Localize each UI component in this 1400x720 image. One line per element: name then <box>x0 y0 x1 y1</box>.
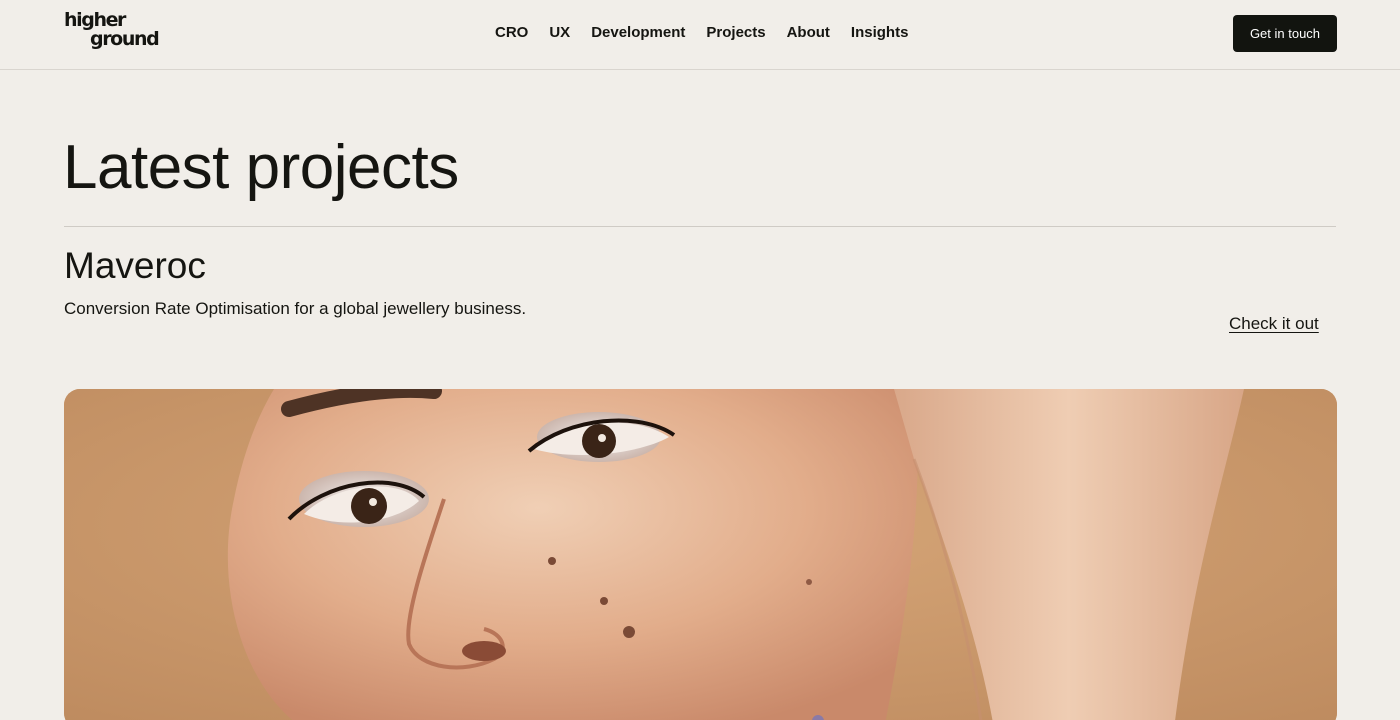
check-it-out-link[interactable]: Check it out <box>1229 313 1319 335</box>
divider <box>64 226 1336 227</box>
logo-text-line2: ground <box>90 28 160 50</box>
page-title: Latest projects <box>63 133 459 202</box>
nav-item-projects[interactable]: Projects <box>706 24 765 42</box>
nav-item-about[interactable]: About <box>787 24 830 42</box>
portrait-illustration <box>64 389 1337 720</box>
mole <box>623 626 635 638</box>
nav-item-ux[interactable]: UX <box>549 24 570 42</box>
project-hero-image[interactable] <box>64 389 1337 720</box>
mole <box>600 597 608 605</box>
main-nav: CRO UX Development Projects About Insigh… <box>495 24 929 42</box>
nostril <box>462 641 506 661</box>
iris-left <box>351 488 387 524</box>
eye-highlight-left <box>369 498 377 506</box>
eye-highlight-right <box>598 434 606 442</box>
page: higher ground CRO UX Development Project… <box>0 0 1400 720</box>
mole <box>806 579 812 585</box>
iris-right <box>582 424 616 458</box>
mole <box>548 557 556 565</box>
get-in-touch-button[interactable]: Get in touch <box>1233 15 1337 52</box>
logo[interactable]: higher ground <box>64 11 182 57</box>
nav-item-development[interactable]: Development <box>591 24 685 42</box>
nav-item-insights[interactable]: Insights <box>851 24 909 42</box>
nav-item-cro[interactable]: CRO <box>495 24 528 42</box>
project-description: Conversion Rate Optimisation for a globa… <box>64 299 527 318</box>
site-header: higher ground CRO UX Development Project… <box>0 0 1400 70</box>
project-title[interactable]: Maveroc <box>64 244 206 288</box>
